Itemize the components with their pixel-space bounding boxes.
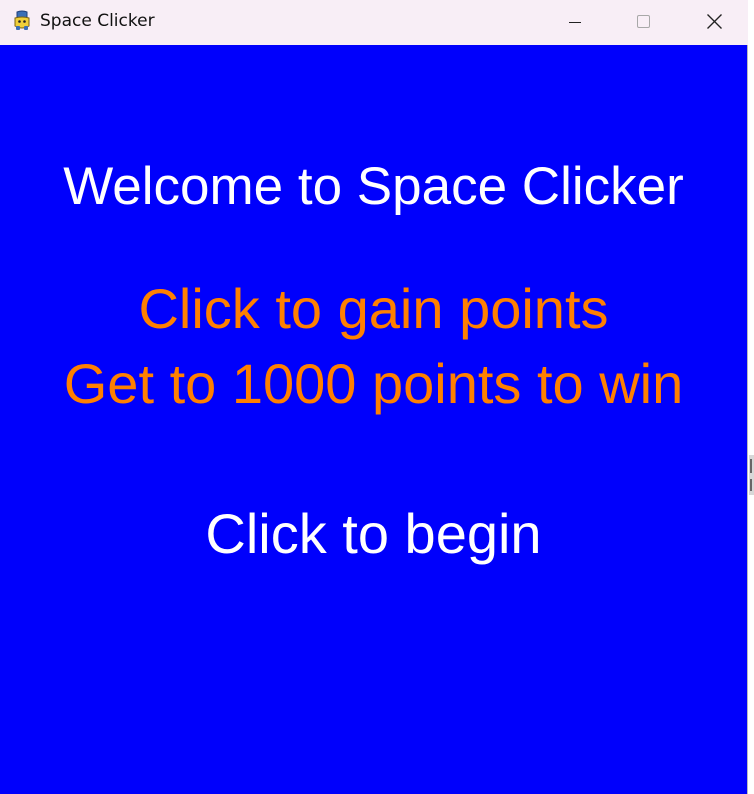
app-window: Space Clicker Welcome to Space Clicker C… — [0, 0, 748, 794]
instruction-win-goal: Get to 1000 points to win — [63, 352, 684, 415]
title-bar[interactable]: Space Clicker — [0, 0, 748, 45]
python-icon — [11, 10, 33, 32]
welcome-heading: Welcome to Space Clicker — [63, 157, 684, 216]
minimize-button[interactable] — [540, 0, 610, 45]
window-title: Space Clicker — [40, 11, 155, 31]
instruction-gain-points: Click to gain points — [138, 277, 609, 340]
close-button[interactable] — [679, 0, 749, 45]
begin-prompt[interactable]: Click to begin — [0, 503, 747, 565]
maximize-button[interactable] — [608, 0, 678, 45]
game-canvas[interactable]: Welcome to Space Clicker Click to gain p… — [0, 45, 747, 794]
background-window-edge — [749, 455, 754, 495]
